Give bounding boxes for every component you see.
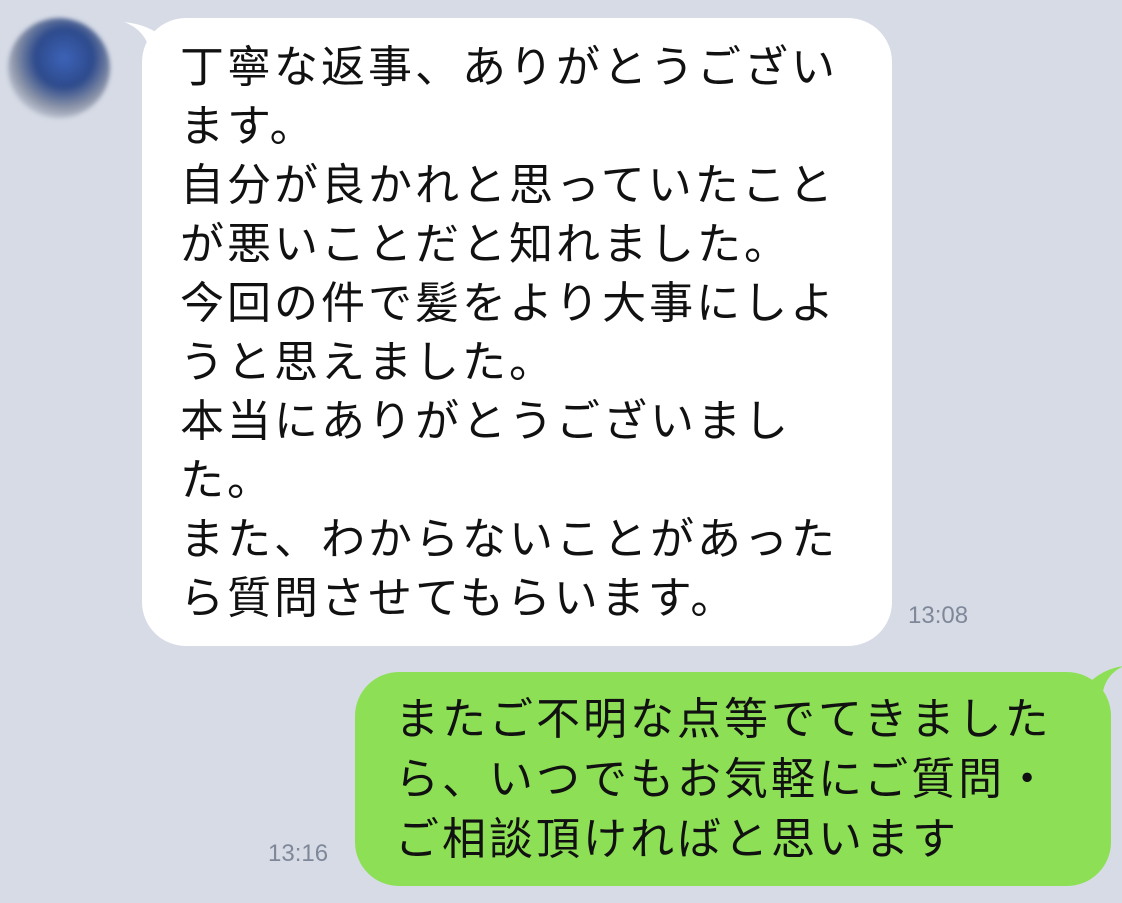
outgoing-message-text: またご不明な点等でてきました ら、いつでもお気軽にご質問・ ご相談頂ければと思い… — [395, 694, 1053, 865]
chat-view: 丁寧な返事、ありがとうござい ます。 自分が良かれと思っていたこと が悪いことだ… — [0, 0, 1122, 903]
outgoing-message-bubble[interactable]: またご不明な点等でてきました ら、いつでもお気軽にご質問・ ご相談頂ければと思い… — [355, 672, 1111, 886]
outgoing-message-time: 13:16 — [268, 840, 329, 867]
incoming-message-bubble[interactable]: 丁寧な返事、ありがとうござい ます。 自分が良かれと思っていたこと が悪いことだ… — [142, 18, 892, 646]
incoming-message-text: 丁寧な返事、ありがとうござい ます。 自分が良かれと思っていたこと が悪いことだ… — [180, 42, 838, 624]
incoming-message-time: 13:08 — [908, 602, 969, 629]
avatar[interactable] — [8, 18, 110, 118]
